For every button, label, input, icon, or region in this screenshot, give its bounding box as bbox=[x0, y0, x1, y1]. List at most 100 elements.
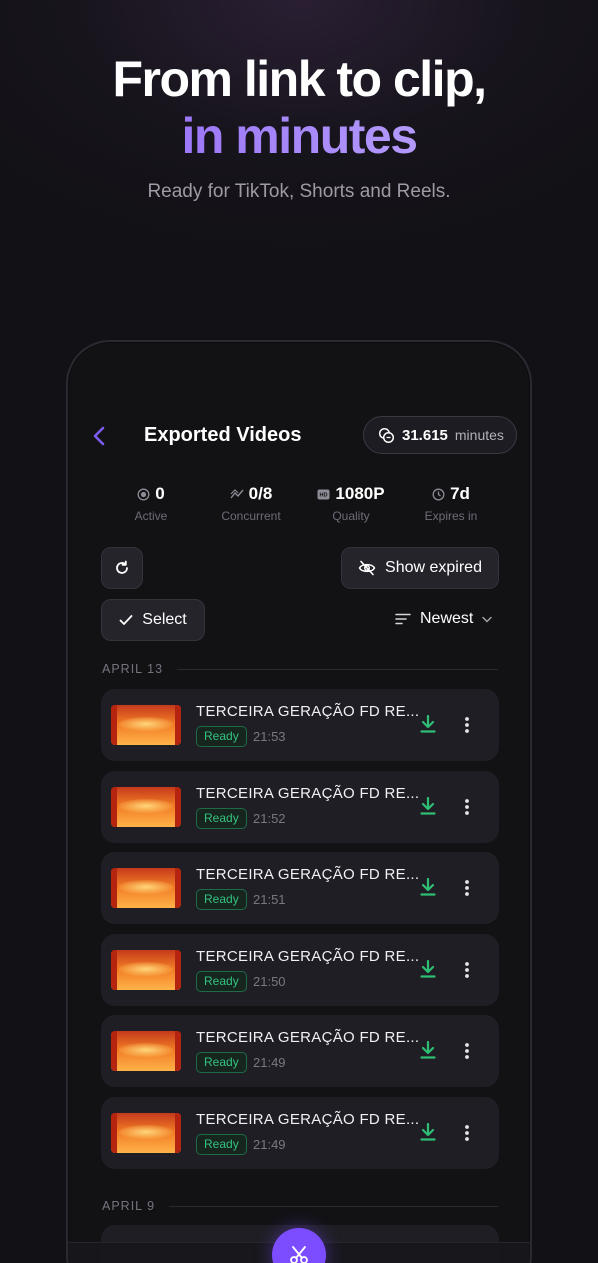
eye-off-icon bbox=[358, 560, 376, 576]
download-button[interactable] bbox=[419, 796, 437, 816]
more-vertical-icon bbox=[465, 1124, 469, 1141]
more-vertical-icon bbox=[465, 1043, 469, 1059]
download-button[interactable] bbox=[419, 1122, 437, 1142]
download-button[interactable] bbox=[419, 714, 437, 734]
hd-icon: HD bbox=[317, 489, 330, 499]
download-icon bbox=[420, 796, 436, 815]
status-badge: Ready bbox=[196, 889, 247, 910]
status-badge: Ready bbox=[196, 807, 247, 829]
chevron-down-icon bbox=[482, 616, 493, 622]
status-badge: Ready bbox=[196, 726, 247, 747]
video-time: 21:49 bbox=[253, 1136, 286, 1152]
stat-quality: HD 1080P Quality bbox=[301, 484, 401, 523]
video-title: TERCEIRA GERAÇÃO FD RE... bbox=[196, 1029, 420, 1046]
video-title: TERCEIRA GERAÇÃO FD RE... bbox=[196, 703, 420, 720]
hero-title-highlight: in minutes bbox=[0, 108, 598, 164]
stat-active-label: Active bbox=[134, 509, 168, 523]
video-row[interactable]: TERCEIRA GERAÇÃO FD RE... Ready 21:49 bbox=[101, 1096, 499, 1169]
stat-concurrent: 0/8 Concurrent bbox=[201, 484, 301, 523]
more-vertical-icon bbox=[465, 961, 469, 978]
status-badge: Ready bbox=[196, 1133, 247, 1155]
select-button[interactable]: Select bbox=[101, 599, 205, 641]
download-icon bbox=[420, 1040, 436, 1059]
minutes-balance[interactable]: 31.615 minutes bbox=[363, 416, 517, 454]
top-bar: Exported Videos 31.615 minutes bbox=[68, 416, 530, 456]
download-button[interactable] bbox=[419, 1040, 437, 1060]
video-title: TERCEIRA GERAÇÃO FD RE... bbox=[196, 1110, 420, 1128]
video-thumbnail[interactable] bbox=[111, 786, 181, 827]
more-vertical-icon bbox=[465, 798, 469, 815]
more-options-button[interactable] bbox=[464, 1041, 470, 1061]
date-label: APRIL 9 bbox=[102, 1199, 156, 1213]
page-title: Exported Videos bbox=[144, 424, 302, 446]
video-row[interactable]: TERCEIRA GERAÇÃO FD RE... Ready 21:51 bbox=[101, 852, 499, 924]
more-options-button[interactable] bbox=[464, 1123, 470, 1143]
video-time: 21:50 bbox=[253, 973, 286, 989]
refresh-button[interactable] bbox=[101, 547, 143, 589]
video-row[interactable]: TERCEIRA GERAÇÃO FD RE... Ready 21:53 bbox=[101, 689, 499, 761]
sort-icon bbox=[395, 613, 411, 625]
video-time: 21:52 bbox=[253, 810, 286, 826]
download-icon bbox=[420, 1122, 436, 1141]
stat-concurrent-value: 0/8 bbox=[248, 484, 273, 503]
date-label: APRIL 13 bbox=[102, 662, 164, 676]
chevron-left-icon bbox=[93, 426, 105, 446]
video-thumbnail[interactable] bbox=[111, 868, 181, 908]
video-thumbnail[interactable] bbox=[111, 1031, 181, 1071]
stat-quality-value: 1080P bbox=[335, 484, 385, 503]
svg-text:HD: HD bbox=[320, 492, 328, 498]
more-vertical-icon bbox=[465, 717, 469, 733]
hero-subtitle: Ready for TikTok, Shorts and Reels. bbox=[147, 181, 451, 202]
check-icon bbox=[119, 615, 133, 625]
video-row[interactable]: TERCEIRA GERAÇÃO FD RE... Ready 21:50 bbox=[101, 933, 499, 1006]
video-row[interactable]: TERCEIRA GERAÇÃO FD RE... Ready 21:52 bbox=[101, 770, 499, 843]
status-badge: Ready bbox=[196, 970, 247, 992]
stat-expires-label: Expires in bbox=[424, 509, 478, 523]
stat-active: 0 Active bbox=[101, 484, 201, 523]
status-badge: Ready bbox=[196, 1052, 247, 1073]
video-thumbnail[interactable] bbox=[111, 1112, 181, 1153]
select-label: Select bbox=[142, 611, 187, 628]
show-expired-label: Show expired bbox=[385, 559, 482, 576]
more-options-button[interactable] bbox=[464, 797, 470, 817]
download-button[interactable] bbox=[419, 877, 437, 897]
coins-icon bbox=[378, 427, 395, 443]
sort-dropdown[interactable]: Newest bbox=[395, 610, 493, 628]
more-vertical-icon bbox=[465, 880, 469, 896]
stat-quality-label: Quality bbox=[332, 509, 370, 523]
video-title: TERCEIRA GERAÇÃO FD RE... bbox=[196, 866, 420, 883]
video-row[interactable]: TERCEIRA GERAÇÃO FD RE... Ready 21:49 bbox=[101, 1015, 499, 1087]
more-options-button[interactable] bbox=[464, 960, 470, 980]
stat-expires-value: 7d bbox=[450, 484, 470, 503]
video-time: 21:51 bbox=[253, 892, 286, 907]
app-screen: Exported Videos 31.615 minutes 0 Active … bbox=[68, 342, 530, 1263]
download-button[interactable] bbox=[419, 959, 437, 979]
stat-concurrent-label: Concurrent bbox=[221, 509, 281, 523]
video-thumbnail[interactable] bbox=[111, 949, 181, 990]
show-expired-button[interactable]: Show expired bbox=[341, 547, 499, 589]
video-time: 21:49 bbox=[253, 1055, 286, 1070]
minutes-unit: minutes bbox=[454, 427, 504, 443]
circle-dot-icon bbox=[137, 488, 150, 500]
more-options-button[interactable] bbox=[464, 715, 470, 735]
download-icon bbox=[420, 877, 436, 896]
date-header: APRIL 9 bbox=[102, 1199, 498, 1213]
video-title: TERCEIRA GERAÇÃO FD RE... bbox=[196, 784, 420, 802]
divider bbox=[169, 1205, 498, 1207]
scissors-icon bbox=[290, 1246, 308, 1263]
refresh-icon bbox=[116, 560, 128, 574]
download-icon bbox=[420, 959, 436, 978]
hero-title: From link to clip, bbox=[112, 51, 487, 107]
phone-frame: Exported Videos 31.615 minutes 0 Active … bbox=[66, 340, 532, 1263]
clock-icon bbox=[432, 488, 445, 500]
date-header: APRIL 13 bbox=[102, 662, 498, 676]
divider bbox=[177, 668, 498, 670]
back-button[interactable] bbox=[88, 422, 112, 450]
sort-label: Newest bbox=[420, 610, 474, 627]
stat-expires: 7d Expires in bbox=[401, 484, 501, 523]
stats-row: 0 Active 0/8 Concurrent HD 1080P Quality… bbox=[101, 484, 501, 523]
download-icon bbox=[420, 714, 436, 733]
video-title: TERCEIRA GERAÇÃO FD RE... bbox=[196, 947, 420, 965]
video-thumbnail[interactable] bbox=[111, 705, 181, 745]
more-options-button[interactable] bbox=[464, 878, 470, 898]
